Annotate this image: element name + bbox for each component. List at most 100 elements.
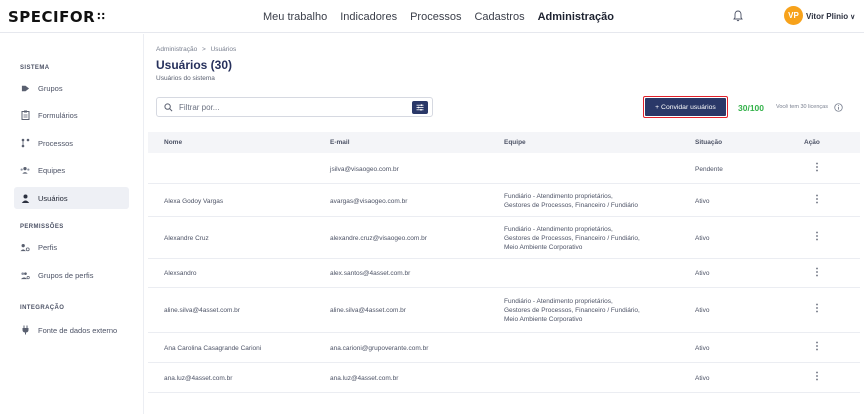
table-row[interactable]: Alexa Godoy Vargas avargas@visaogeo.com.… bbox=[148, 184, 860, 217]
cell-equipe-line: Fundiário - Atendimento proprietários, bbox=[504, 226, 613, 233]
cell-equipe-line: Gestores de Processos, Financeiro / Fund… bbox=[504, 235, 640, 242]
table-row[interactable]: jsilva@visaogeo.com.br Pendente ⋮ bbox=[148, 153, 860, 184]
more-actions-icon[interactable]: ⋮ bbox=[812, 163, 822, 173]
search-icon bbox=[164, 102, 173, 111]
sliders-icon bbox=[416, 104, 424, 111]
page-subtitle: Usuários do sistema bbox=[156, 75, 215, 82]
nav-item-administracao[interactable]: Administração bbox=[538, 11, 614, 23]
cell-nome: aline.silva@4asset.com.br bbox=[164, 307, 240, 314]
sidebar-item-equipes[interactable]: Equipes bbox=[14, 159, 129, 181]
column-header-equipe[interactable]: Equipe bbox=[504, 139, 526, 146]
table-row[interactable]: ana.luz@4asset.com.br ana.luz@4asset.com… bbox=[148, 363, 860, 393]
cell-equipe-line: Meio Ambiente Corporativo bbox=[504, 316, 583, 323]
cell-situacao: Ativo bbox=[695, 198, 710, 205]
logo-text: SPECIFOR bbox=[8, 8, 96, 26]
cell-email: aline.silva@4asset.com.br bbox=[330, 307, 406, 314]
table-row[interactable]: Ana Carolina Casagrande Carioni ana.cari… bbox=[148, 333, 860, 363]
sidebar-item-usuarios[interactable]: Usuários bbox=[14, 187, 129, 209]
column-header-acao: Ação bbox=[804, 139, 820, 146]
sidebar-item-label: Processos bbox=[38, 138, 74, 148]
cell-email: jsilva@visaogeo.com.br bbox=[330, 166, 399, 173]
column-header-nome[interactable]: Nome bbox=[164, 139, 182, 146]
search-input[interactable] bbox=[179, 102, 399, 112]
sidebar-item-label: Fonte de dados externo bbox=[38, 325, 118, 335]
cell-equipe-line: Gestores de Processos, Financeiro / Fund… bbox=[504, 202, 639, 209]
more-actions-icon[interactable]: ⋮ bbox=[812, 372, 822, 382]
users-table: Nome E-mail Equipe Situação Ação jsilva@… bbox=[148, 132, 860, 393]
cell-situacao: Ativo bbox=[695, 375, 710, 382]
filter-button[interactable] bbox=[412, 101, 428, 114]
sidebar-item-processos[interactable]: Processos bbox=[14, 132, 129, 154]
cell-email: ana.luz@4asset.com.br bbox=[330, 375, 399, 382]
sidebar-item-label: Perfis bbox=[38, 242, 58, 252]
avatar[interactable]: VP bbox=[784, 6, 803, 25]
cell-email: avargas@visaogeo.com.br bbox=[330, 198, 408, 205]
cell-nome: Ana Carolina Casagrande Carioni bbox=[164, 345, 262, 352]
sidebar-item-grupos-de-perfis[interactable]: Grupos de perfis bbox=[14, 264, 129, 286]
sidebar-item-perfis[interactable]: Perfis bbox=[14, 236, 129, 258]
tag-icon bbox=[20, 83, 30, 93]
column-header-situacao[interactable]: Situação bbox=[695, 139, 722, 146]
invite-users-button[interactable]: + Convidar usuários bbox=[643, 96, 728, 118]
sidebar-item-label: Formulários bbox=[38, 110, 78, 120]
cell-email: ana.carioni@grupoverante.com.br bbox=[330, 345, 429, 352]
nav-item-meu-trabalho[interactable]: Meu trabalho bbox=[263, 11, 327, 23]
cell-equipe-line: Fundiário - Atendimento proprietários, bbox=[504, 193, 613, 200]
clipboard-icon bbox=[20, 110, 30, 120]
cell-nome: Alexandre Cruz bbox=[164, 235, 209, 242]
cell-situacao: Ativo bbox=[695, 270, 710, 277]
more-actions-icon[interactable]: ⋮ bbox=[812, 342, 822, 352]
cell-situacao: Ativo bbox=[695, 307, 710, 314]
user-icon bbox=[20, 193, 30, 203]
process-icon bbox=[20, 138, 30, 148]
sidebar-section-integracao: INTEGRAÇÃO bbox=[20, 305, 65, 311]
table-row[interactable]: aline.silva@4asset.com.br aline.silva@4a… bbox=[148, 288, 860, 333]
cell-situacao: Ativo bbox=[695, 235, 710, 242]
cell-equipe-line: Gestores de Processos, Financeiro / Fund… bbox=[504, 307, 640, 314]
nav-item-processos[interactable]: Processos bbox=[410, 11, 461, 23]
table-row[interactable]: Alexandre Cruz alexandre.cruz@visaogeo.c… bbox=[148, 217, 860, 259]
info-icon[interactable] bbox=[834, 103, 843, 112]
sidebar-item-formularios[interactable]: Formulários bbox=[14, 104, 129, 126]
search-box bbox=[156, 97, 433, 117]
more-actions-icon[interactable]: ⋮ bbox=[812, 304, 822, 314]
cell-situacao: Pendente bbox=[695, 166, 723, 173]
cell-nome: ana.luz@4asset.com.br bbox=[164, 375, 233, 382]
app-logo[interactable]: SPECIFOR ∷ bbox=[8, 8, 105, 26]
user-menu[interactable]: Vitor Plinio ∨ bbox=[806, 12, 855, 21]
column-header-email[interactable]: E-mail bbox=[330, 139, 350, 146]
license-note: Você tem 30 licenças bbox=[776, 104, 828, 110]
cell-equipe-line: Fundiário - Atendimento proprietários, bbox=[504, 298, 613, 305]
logo-mark: ∷ bbox=[97, 10, 105, 23]
top-bar: SPECIFOR ∷ Meu trabalho Indicadores Proce… bbox=[0, 0, 864, 33]
sidebar: SISTEMA Grupos Formulários Processos Equ… bbox=[0, 34, 144, 414]
breadcrumb-item-usuarios: Usuários bbox=[210, 46, 237, 53]
user-name: Vitor Plinio bbox=[806, 12, 849, 21]
cell-equipe-line: Meio Ambiente Corporativo bbox=[504, 244, 583, 251]
breadcrumb-separator: > bbox=[202, 46, 206, 53]
table-row[interactable]: Alexsandro alex.santos@4asset.com.br Ati… bbox=[148, 259, 860, 288]
nav-item-cadastros[interactable]: Cadastros bbox=[474, 11, 524, 23]
breadcrumb: Administração > Usuários bbox=[156, 46, 236, 53]
more-actions-icon[interactable]: ⋮ bbox=[812, 232, 822, 242]
plug-icon bbox=[20, 325, 30, 335]
cell-email: alex.santos@4asset.com.br bbox=[330, 270, 411, 277]
sidebar-item-label: Grupos bbox=[38, 83, 63, 93]
breadcrumb-item-administracao[interactable]: Administração bbox=[156, 46, 197, 53]
cell-situacao: Ativo bbox=[695, 345, 710, 352]
more-actions-icon[interactable]: ⋮ bbox=[812, 268, 822, 278]
cell-nome: Alexsandro bbox=[164, 270, 197, 277]
sidebar-item-fonte-de-dados[interactable]: Fonte de dados externo bbox=[14, 319, 129, 341]
notification-bell-icon[interactable] bbox=[733, 10, 743, 22]
nav-item-indicadores[interactable]: Indicadores bbox=[340, 11, 397, 23]
sidebar-section-permissoes: PERMISSÕES bbox=[20, 224, 64, 230]
group-profiles-icon bbox=[20, 270, 30, 280]
license-count: 30/100 bbox=[738, 103, 764, 113]
cell-nome: Alexa Godoy Vargas bbox=[164, 198, 224, 205]
team-icon bbox=[20, 165, 30, 175]
more-actions-icon[interactable]: ⋮ bbox=[812, 195, 822, 205]
invite-users-label: + Convidar usuários bbox=[645, 98, 726, 116]
top-navigation: Meu trabalho Indicadores Processos Cadas… bbox=[263, 0, 627, 33]
sidebar-item-grupos[interactable]: Grupos bbox=[14, 77, 129, 99]
table-header: Nome E-mail Equipe Situação Ação bbox=[148, 132, 860, 153]
